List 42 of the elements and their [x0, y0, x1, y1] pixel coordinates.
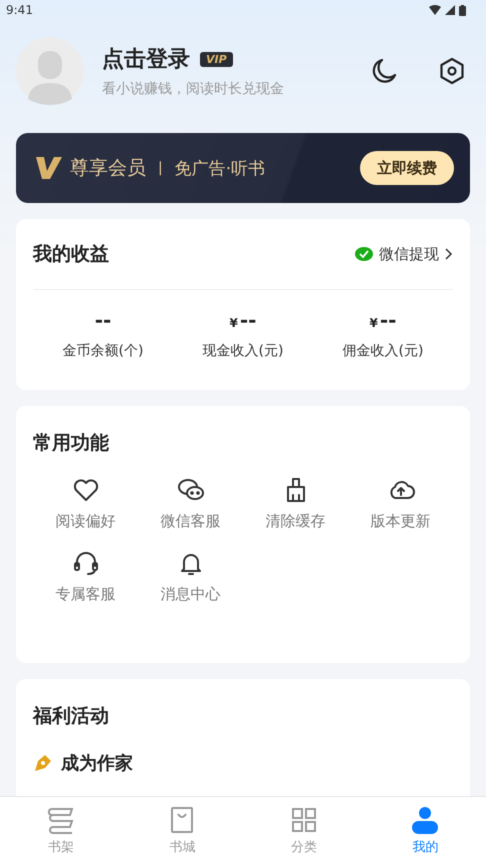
wifi-icon — [429, 5, 441, 15]
nav-tab[interactable]: 书架 — [0, 797, 122, 864]
function-item[interactable]: 消息中心 — [138, 549, 243, 604]
nav-tab[interactable]: 分类 — [243, 797, 364, 864]
signal-icon — [445, 5, 455, 15]
vip-title: 尊享会员 — [70, 156, 146, 181]
login-link[interactable]: 点击登录 — [102, 44, 190, 74]
earning-label: 佣金收入(元) — [342, 342, 424, 360]
moon-icon[interactable] — [370, 57, 398, 85]
person-icon — [410, 805, 440, 835]
function-item[interactable]: 专属客服 — [33, 549, 138, 604]
earning-value: ¥-- — [230, 308, 256, 332]
vip-logo-icon — [36, 157, 62, 179]
separator: | — [158, 160, 163, 176]
earning-label: 金币余额(个) — [62, 342, 144, 360]
vip-banner[interactable]: 尊享会员 | 免广告·听书 立即续费 — [16, 133, 470, 203]
earning-label: 现金收入(元) — [202, 342, 284, 360]
function-item[interactable]: 阅读偏好 — [33, 476, 138, 531]
earning-value: ¥-- — [370, 308, 396, 332]
settings-icon[interactable] — [438, 57, 466, 85]
renew-button[interactable]: 立即续费 — [360, 151, 454, 185]
status-time: 9:41 — [6, 3, 33, 17]
headset-icon — [72, 549, 100, 577]
vip-perks: 免广告·听书 — [174, 158, 266, 180]
nav-tab[interactable]: 书城 — [122, 797, 243, 864]
wechat-icon — [355, 247, 373, 261]
earning-value: -- — [94, 308, 112, 332]
withdraw-link[interactable]: 微信提现 — [355, 244, 453, 264]
books-icon — [46, 805, 76, 835]
function-item[interactable]: 版本更新 — [348, 476, 453, 531]
profile-subtitle: 看小说赚钱，阅读时长兑现金 — [102, 80, 285, 98]
nav-tab[interactable]: 我的 — [364, 797, 486, 864]
chevron-right-icon — [445, 248, 453, 260]
section-title: 福利活动 — [33, 704, 110, 729]
section-title: 我的收益 — [33, 242, 109, 267]
section-title: 常用功能 — [33, 431, 110, 456]
vip-badge: VIP — [200, 52, 233, 66]
function-item[interactable]: 微信客服 — [138, 476, 243, 531]
battery-icon — [459, 4, 466, 16]
welfare-item[interactable]: 成为作家 — [61, 751, 133, 775]
function-item[interactable]: 清除缓存 — [243, 476, 348, 531]
pen-nib-icon — [33, 753, 53, 773]
